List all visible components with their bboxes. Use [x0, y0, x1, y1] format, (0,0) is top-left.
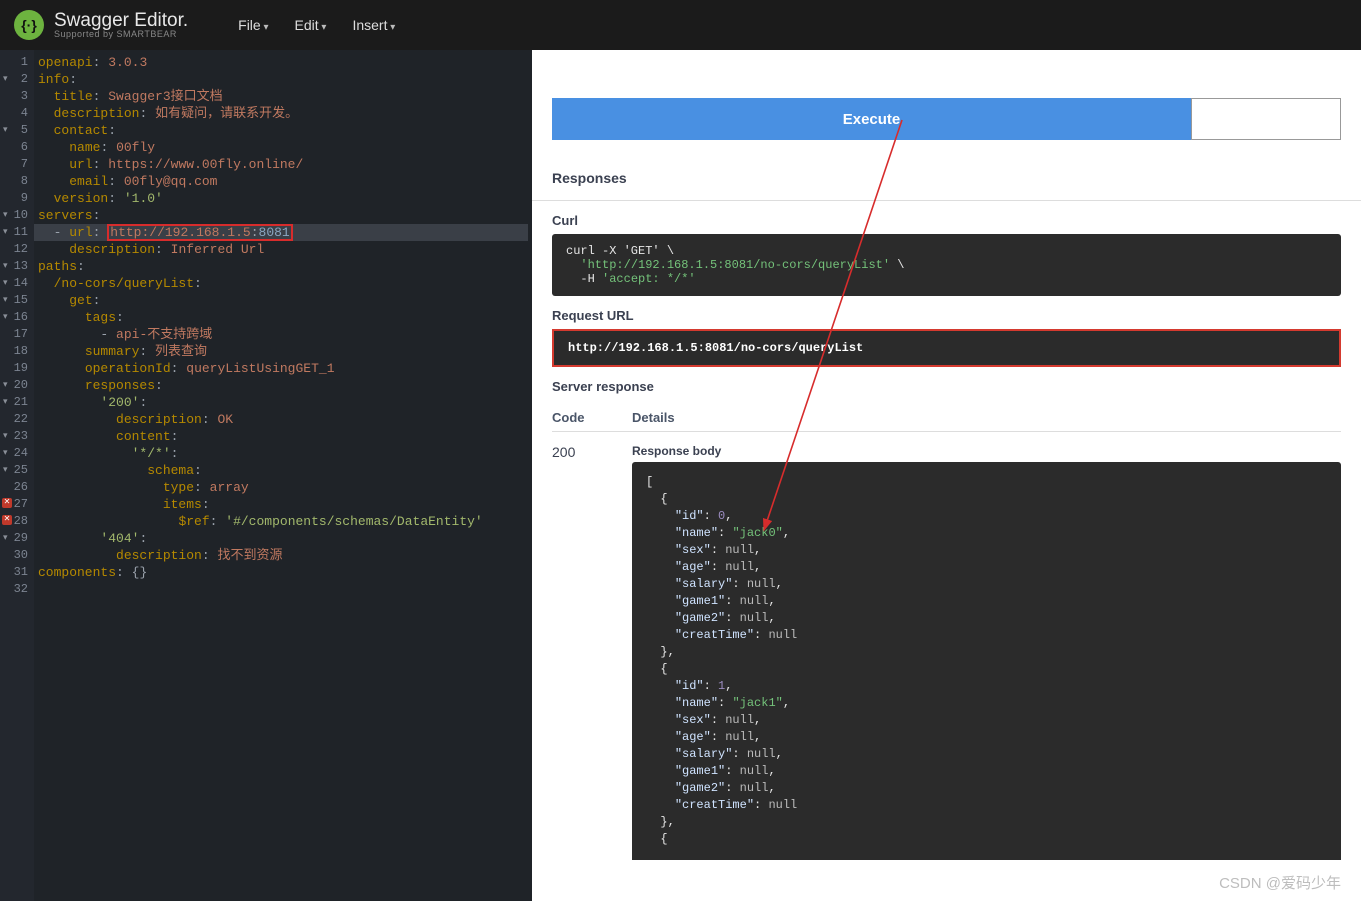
brand-title: Swagger Editor.	[54, 11, 188, 30]
preview-pane: Execute Responses Curl curl -X 'GET' \ '…	[532, 50, 1361, 901]
responses-heading: Responses	[552, 170, 1341, 186]
line-gutter: 1234567891011121314151617181920212223242…	[0, 50, 34, 901]
curl-heading: Curl	[552, 213, 1341, 228]
response-body-block: [ { "id": 0, "name": "jack0", "sex": nul…	[632, 462, 1341, 860]
execute-button[interactable]: Execute	[552, 98, 1191, 140]
brand-subtitle: Supported by SMARTBEAR	[54, 30, 188, 39]
topbar: {·} Swagger Editor. Supported by SMARTBE…	[0, 0, 1361, 50]
th-code: Code	[552, 410, 632, 425]
request-url-heading: Request URL	[552, 308, 1341, 323]
th-details: Details	[632, 410, 675, 425]
watermark: CSDN @爱码少年	[1219, 872, 1341, 893]
menu-insert[interactable]: Insert	[352, 17, 395, 33]
menu-edit[interactable]: Edit	[295, 17, 327, 33]
request-url-box: http://192.168.1.5:8081/no-cors/queryLis…	[552, 329, 1341, 367]
curl-block: curl -X 'GET' \ 'http://192.168.1.5:8081…	[552, 234, 1341, 296]
code-area[interactable]: openapi: 3.0.3info: title: Swagger3接口文档 …	[38, 50, 532, 901]
swagger-logo-icon: {·}	[14, 10, 44, 40]
clear-button[interactable]	[1191, 98, 1341, 140]
top-menu: File Edit Insert	[238, 17, 395, 33]
brand: Swagger Editor. Supported by SMARTBEAR	[54, 11, 188, 39]
status-code-200: 200	[552, 444, 632, 460]
response-table-head: Code Details	[552, 410, 1341, 425]
menu-file[interactable]: File	[238, 17, 268, 33]
response-body-heading: Response body	[632, 444, 1341, 458]
server-response-heading: Server response	[552, 379, 1341, 394]
editor-pane[interactable]: 1234567891011121314151617181920212223242…	[0, 50, 532, 901]
